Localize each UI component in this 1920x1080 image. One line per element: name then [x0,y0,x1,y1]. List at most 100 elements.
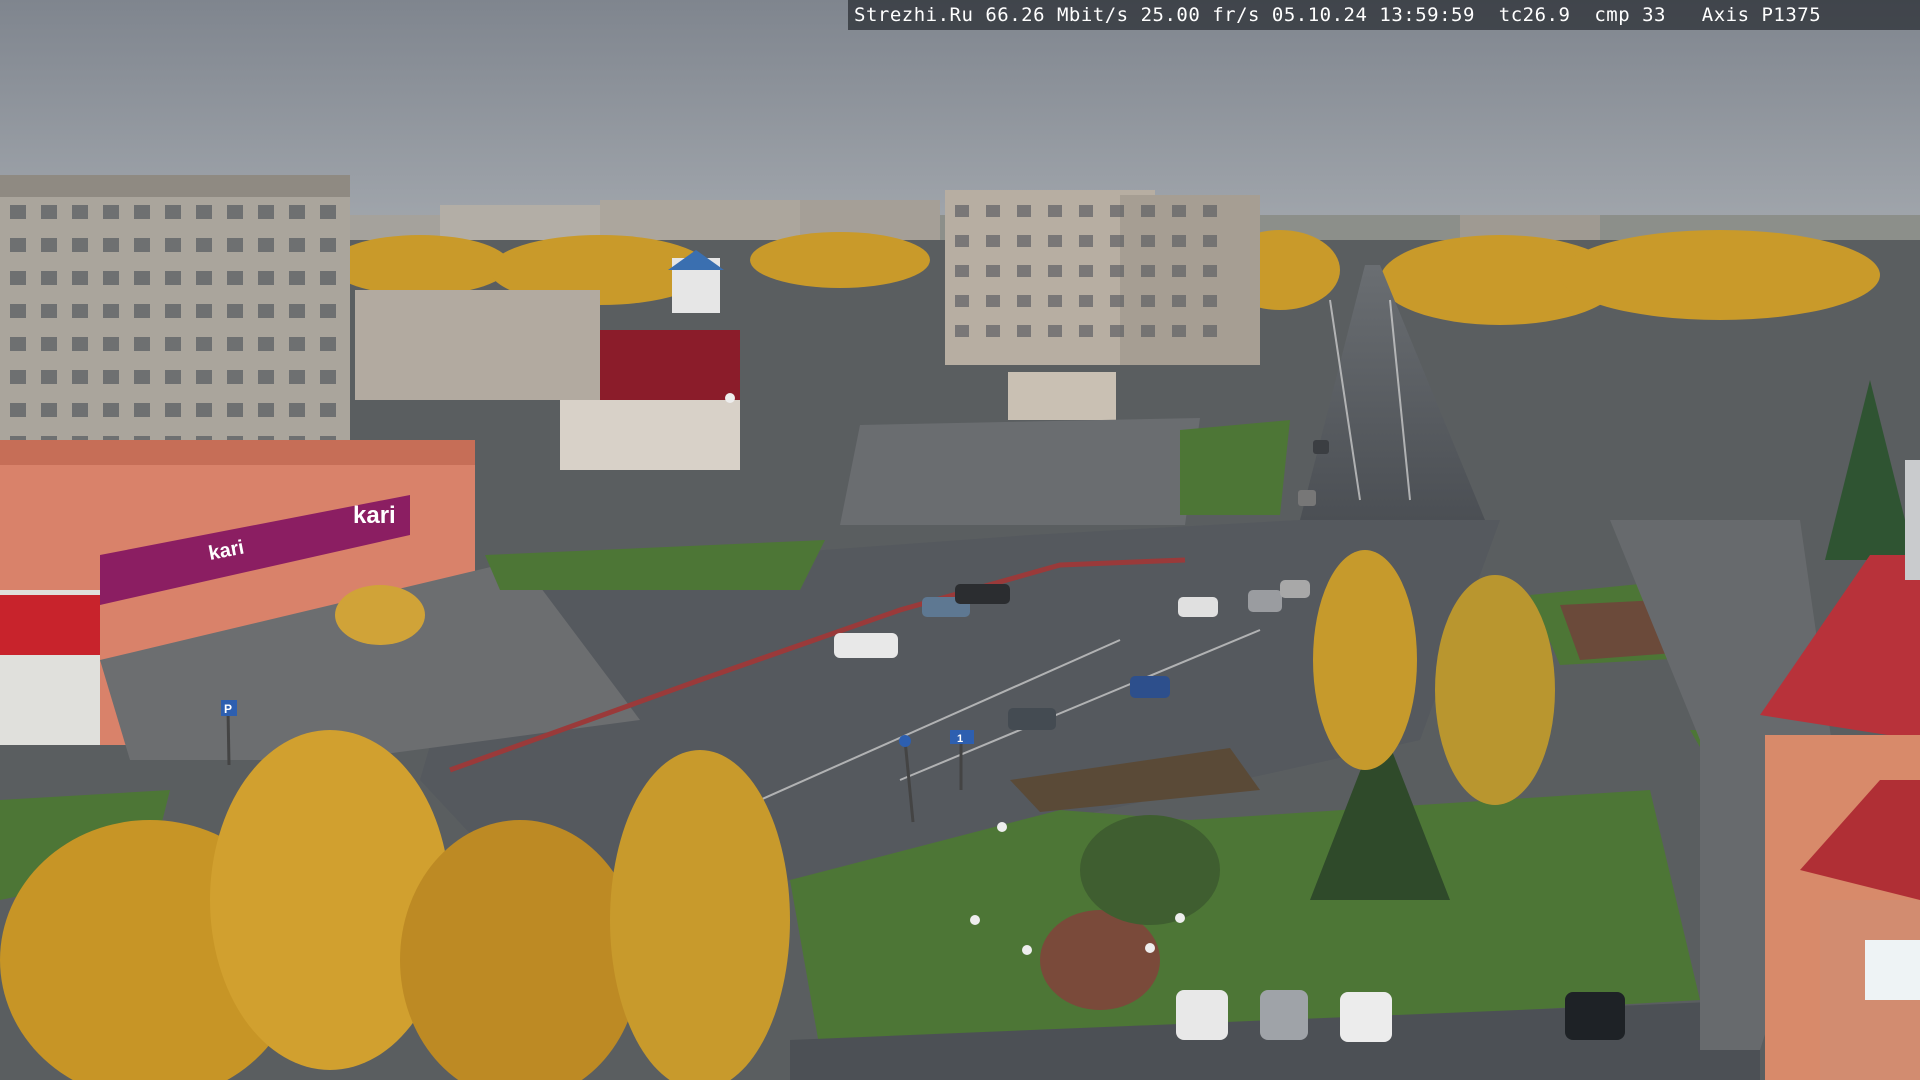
window [227,370,243,384]
parking-lot [840,418,1200,525]
window [1172,295,1186,307]
window [289,337,305,351]
window [320,403,336,417]
window [103,271,119,285]
window [103,205,119,219]
window [72,370,88,384]
window [103,337,119,351]
window [1141,325,1155,337]
window [227,271,243,285]
window [165,238,181,252]
window [1203,325,1217,337]
window [41,205,57,219]
window [1141,265,1155,277]
window [196,370,212,384]
window [10,271,26,285]
window [196,205,212,219]
window [1048,325,1062,337]
window [134,205,150,219]
window [1110,265,1124,277]
window [41,238,57,252]
window [955,205,969,217]
osd-tc: tc26.9 [1498,4,1571,26]
window [227,238,243,252]
window [320,238,336,252]
window [1079,325,1093,337]
window [10,370,26,384]
window [1110,295,1124,307]
window [1079,205,1093,217]
store-logo: kari [353,502,396,529]
window [1172,325,1186,337]
osd-cmp: cmp 33 [1594,4,1666,26]
window [289,205,305,219]
window [1017,235,1031,247]
window [10,205,26,219]
window [10,403,26,417]
window [258,337,274,351]
window [258,370,274,384]
window [1017,325,1031,337]
window [258,205,274,219]
window [320,271,336,285]
window [1048,235,1062,247]
window [1141,235,1155,247]
window [196,238,212,252]
window [227,337,243,351]
window [986,265,1000,277]
camera-overlay: Strezhi.Ru 66.26 Mbit/s 25.00 fr/s 05.10… [848,0,1920,30]
window [10,304,26,318]
window [134,337,150,351]
window [10,238,26,252]
window [1048,205,1062,217]
window [72,403,88,417]
window [41,337,57,351]
osd-time: 13:59:59 [1379,4,1475,26]
window [10,337,26,351]
window [72,337,88,351]
window [1203,205,1217,217]
window [258,238,274,252]
osd-framerate: 25.00 fr/s [1140,4,1260,26]
window [1141,205,1155,217]
window [165,337,181,351]
window [103,238,119,252]
window [134,271,150,285]
window [196,337,212,351]
window [986,235,1000,247]
window [165,370,181,384]
window [41,304,57,318]
window [134,370,150,384]
osd-site: Strezhi.Ru [854,4,974,26]
window [955,265,969,277]
window [986,325,1000,337]
window [1017,265,1031,277]
window [165,271,181,285]
window [41,403,57,417]
window [289,370,305,384]
window [1048,295,1062,307]
window [955,235,969,247]
window [72,205,88,219]
window [1048,265,1062,277]
window [103,370,119,384]
window [1079,265,1093,277]
osd-bitrate: 66.26 Mbit/s [985,4,1129,26]
window [1203,235,1217,247]
window [289,403,305,417]
window [227,205,243,219]
window [196,304,212,318]
window [1079,295,1093,307]
window [134,403,150,417]
window [72,304,88,318]
window [165,304,181,318]
window [196,271,212,285]
window [1110,205,1124,217]
window [103,403,119,417]
window [320,304,336,318]
beige-building [355,290,600,400]
window [165,205,181,219]
window [258,271,274,285]
window [289,238,305,252]
camera-scene: kari kari 1 P [0,0,1920,1080]
